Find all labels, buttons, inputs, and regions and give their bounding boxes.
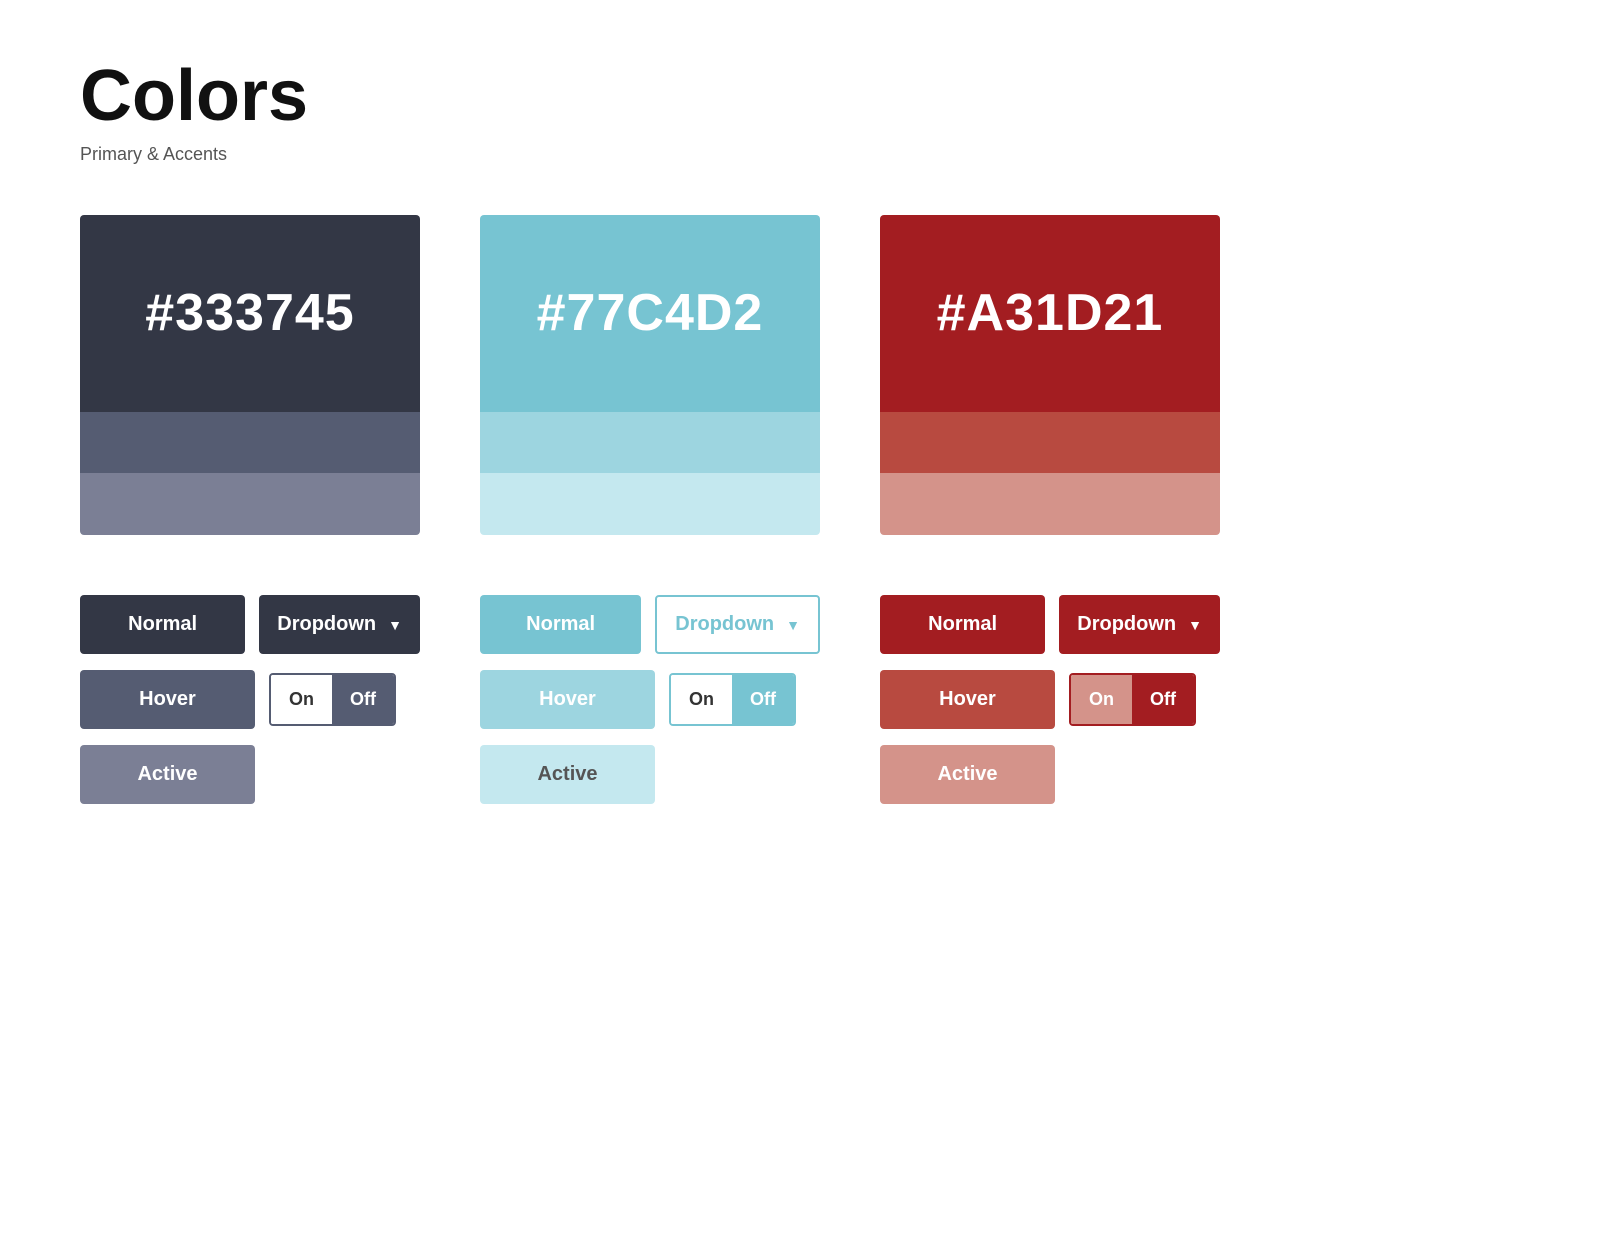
- swatch-teal-top: #77C4D2: [480, 215, 820, 412]
- dropdown-teal-label: Dropdown: [675, 613, 774, 636]
- swatch-red-hex: #A31D21: [937, 283, 1164, 343]
- swatch-dark: #333745: [80, 215, 420, 535]
- btn-dark-active[interactable]: Active: [80, 745, 255, 804]
- btn-red-normal[interactable]: Normal: [880, 595, 1045, 654]
- dropdown-arrow-icon: ▼: [388, 617, 402, 633]
- toggle-teal-off[interactable]: Off: [732, 675, 794, 724]
- swatch-dark-mid: [80, 412, 420, 474]
- btn-teal-normal[interactable]: Normal: [480, 595, 641, 654]
- swatch-red-bot: [880, 473, 1220, 535]
- btn-teal-hover[interactable]: Hover: [480, 670, 655, 729]
- btn-teal-active[interactable]: Active: [480, 745, 655, 804]
- btn-row-teal-normal: Normal Dropdown ▼: [480, 595, 820, 654]
- swatch-dark-bot: [80, 473, 420, 535]
- btn-red-dropdown[interactable]: Dropdown ▼: [1059, 595, 1220, 654]
- btn-teal-dropdown[interactable]: Dropdown ▼: [655, 595, 820, 654]
- toggle-dark: On Off: [269, 673, 396, 726]
- swatch-teal: #77C4D2: [480, 215, 820, 535]
- swatch-teal-hex: #77C4D2: [537, 283, 764, 343]
- swatch-teal-mid: [480, 412, 820, 474]
- btn-dark-normal[interactable]: Normal: [80, 595, 245, 654]
- dropdown-red-label: Dropdown: [1077, 613, 1176, 636]
- toggle-red-off[interactable]: Off: [1132, 675, 1194, 724]
- swatch-teal-bot: [480, 473, 820, 535]
- btn-red-active[interactable]: Active: [880, 745, 1055, 804]
- color-swatches: #333745 #77C4D2 #A31D21: [80, 215, 1520, 535]
- btn-red-hover[interactable]: Hover: [880, 670, 1055, 729]
- btn-row-teal-active: Active: [480, 745, 820, 804]
- btn-group-teal: Normal Dropdown ▼ Hover On Off Active: [480, 595, 820, 804]
- toggle-teal-on[interactable]: On: [671, 675, 732, 724]
- dropdown-teal-arrow-icon: ▼: [786, 617, 800, 633]
- swatch-dark-top: #333745: [80, 215, 420, 412]
- btn-row-teal-hover: Hover On Off: [480, 670, 820, 729]
- toggle-red-on[interactable]: On: [1071, 675, 1132, 724]
- swatch-red: #A31D21: [880, 215, 1220, 535]
- btn-row-dark-normal: Normal Dropdown ▼: [80, 595, 420, 654]
- swatch-red-mid: [880, 412, 1220, 474]
- dropdown-label: Dropdown: [277, 613, 376, 636]
- toggle-dark-on[interactable]: On: [271, 675, 332, 724]
- toggle-dark-off[interactable]: Off: [332, 675, 394, 724]
- btn-group-red: Normal Dropdown ▼ Hover On Off Active: [880, 595, 1220, 804]
- btn-row-red-active: Active: [880, 745, 1220, 804]
- swatch-dark-hex: #333745: [145, 283, 354, 343]
- btn-row-red-normal: Normal Dropdown ▼: [880, 595, 1220, 654]
- toggle-teal: On Off: [669, 673, 796, 726]
- swatch-red-top: #A31D21: [880, 215, 1220, 412]
- button-groups: Normal Dropdown ▼ Hover On Off Active No…: [80, 595, 1520, 804]
- page-title: Colors: [80, 60, 1520, 132]
- toggle-red: On Off: [1069, 673, 1196, 726]
- page-subtitle: Primary & Accents: [80, 144, 1520, 165]
- btn-row-red-hover: Hover On Off: [880, 670, 1220, 729]
- btn-dark-dropdown[interactable]: Dropdown ▼: [259, 595, 420, 654]
- btn-row-dark-active: Active: [80, 745, 420, 804]
- btn-dark-hover[interactable]: Hover: [80, 670, 255, 729]
- btn-row-dark-hover: Hover On Off: [80, 670, 420, 729]
- btn-group-dark: Normal Dropdown ▼ Hover On Off Active: [80, 595, 420, 804]
- dropdown-red-arrow-icon: ▼: [1188, 617, 1202, 633]
